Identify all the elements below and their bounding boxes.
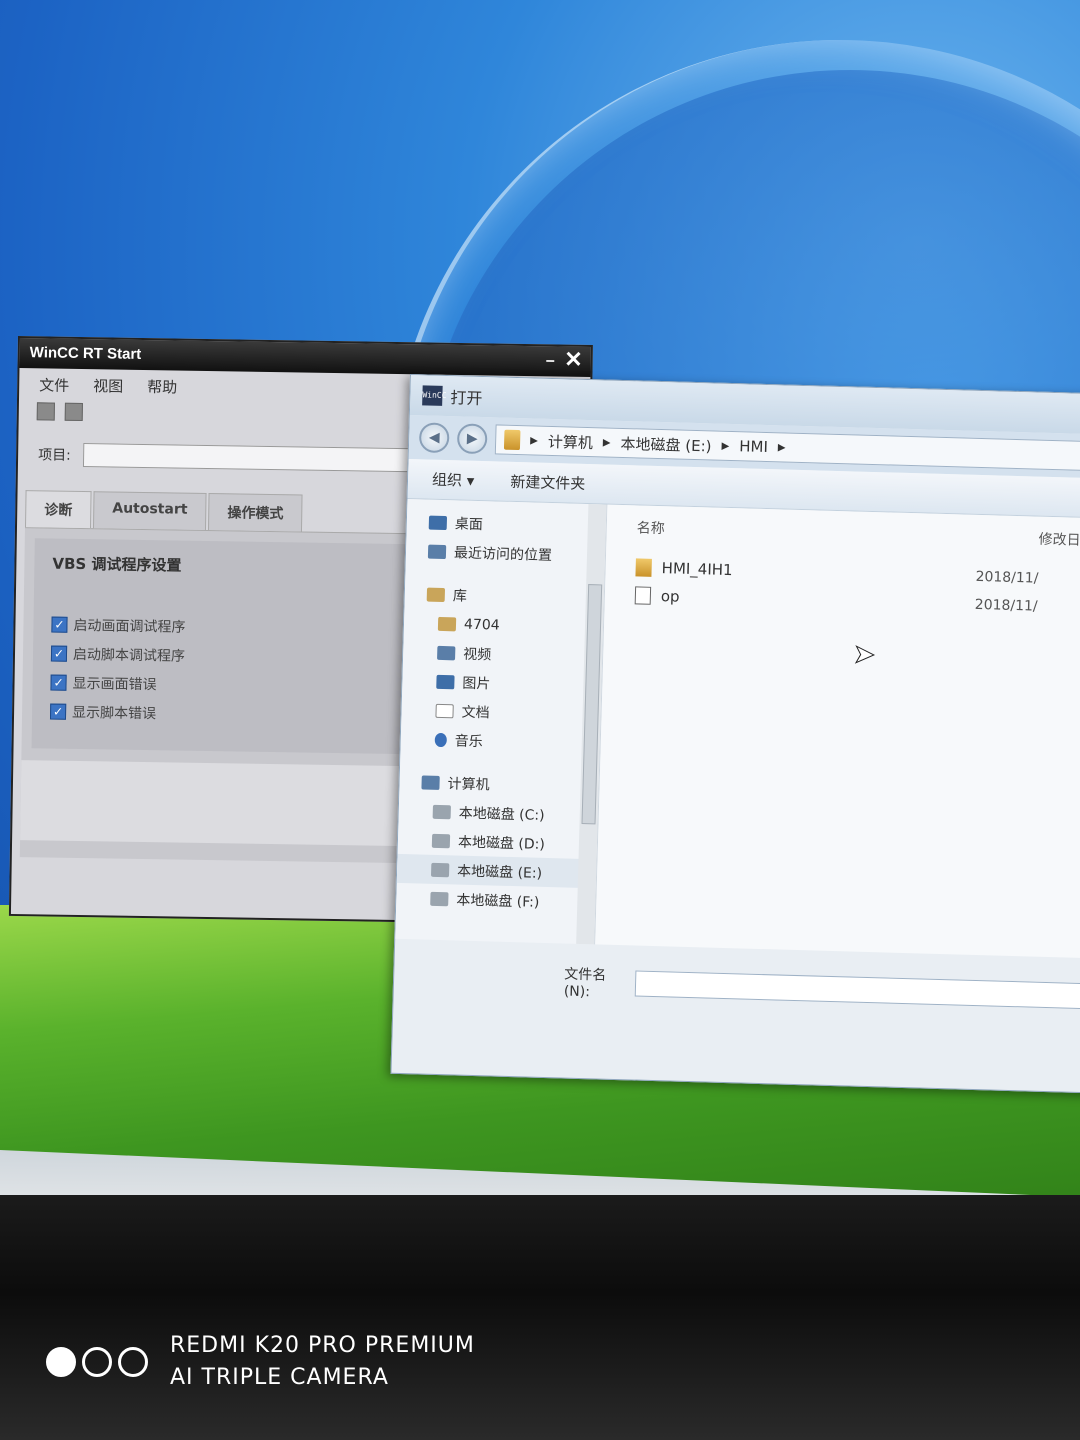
- file-list: 名称 修改日期 HMI_4IH1 2018/11/ op 2018/11/ ➤: [595, 504, 1080, 959]
- nav-label: 库: [452, 587, 468, 605]
- open-project-icon[interactable]: [36, 402, 55, 421]
- menu-view[interactable]: 视图: [93, 375, 123, 395]
- watermark-text: REDMI K20 PRO PREMIUM AI TRIPLE CAMERA: [170, 1330, 475, 1394]
- dot: [82, 1347, 112, 1377]
- nav-label: 图片: [462, 675, 491, 692]
- back-icon[interactable]: ◀: [418, 422, 450, 454]
- chevron-right-icon[interactable]: ▶: [603, 437, 611, 448]
- library-icon: [426, 587, 446, 602]
- dot: [46, 1347, 76, 1377]
- nav-label: 本地磁盘 (E:): [456, 863, 543, 882]
- document-icon: [435, 703, 454, 718]
- forward-icon[interactable]: ▶: [456, 423, 488, 455]
- watermark-line2: AI TRIPLE CAMERA: [170, 1365, 389, 1390]
- chevron-right-icon[interactable]: ▶: [530, 435, 538, 446]
- tab-operating-mode[interactable]: 操作模式: [208, 493, 303, 532]
- mouse-pointer-icon: ➤: [852, 639, 876, 671]
- folder-icon: [635, 558, 652, 577]
- drive-icon: [432, 804, 451, 819]
- close-icon[interactable]: ✕: [564, 347, 583, 372]
- breadcrumb-computer[interactable]: 计算机: [548, 430, 594, 452]
- computer-icon: [421, 774, 440, 790]
- filename-label: 文件名(N):: [563, 966, 607, 1001]
- monitor-screen: WinCC RT Start – ✕ 文件 视图 帮助 项目: 诊断 Autos…: [0, 0, 1080, 1230]
- column-name[interactable]: 名称: [636, 517, 665, 554]
- option-label: 启动脚本调试程序: [72, 646, 186, 665]
- open-file-dialog: WinCC 打开 ◀ ▶ ▶ 计算机 ▶ 本地磁盘 (E:) ▶ HMI ▶ 组…: [390, 374, 1080, 1094]
- breadcrumb-hmi[interactable]: HMI: [739, 437, 768, 456]
- nav-label: 本地磁盘 (C:): [458, 805, 545, 824]
- nav-recent-places[interactable]: 最近访问的位置: [427, 537, 606, 571]
- file-name: HMI_4IH1: [661, 559, 733, 580]
- picture-icon: [436, 674, 455, 689]
- monitor-bezel: [0, 1195, 1080, 1440]
- filename-input[interactable]: [634, 970, 1080, 1010]
- file-date: 2018/11/: [974, 596, 1038, 615]
- menu-help[interactable]: 帮助: [147, 376, 177, 396]
- nav-music[interactable]: 音乐: [422, 725, 600, 759]
- dialog-panes: 桌面 最近访问的位置 库 4704 视频 图片 文档 音乐 计算机 本地磁盘 (…: [395, 498, 1080, 959]
- chevron-right-icon[interactable]: ▶: [721, 440, 729, 451]
- column-modified[interactable]: 修改日期: [1038, 529, 1080, 567]
- drive-icon: [430, 862, 450, 877]
- nav-label: 桌面: [454, 515, 484, 533]
- tab-autostart[interactable]: Autostart: [92, 491, 207, 530]
- navigation-pane: 桌面 最近访问的位置 库 4704 视频 图片 文档 音乐 计算机 本地磁盘 (…: [395, 498, 608, 945]
- wincc-app-icon: WinCC: [422, 385, 447, 406]
- nav-label: 4704: [463, 616, 500, 634]
- option-label: 显示脚本错误: [71, 704, 157, 722]
- music-icon: [434, 732, 447, 747]
- menu-file[interactable]: 文件: [39, 374, 69, 394]
- checkbox[interactable]: ✓: [51, 616, 68, 633]
- nav-label: 本地磁盘 (D:): [457, 834, 546, 853]
- nav-label: 最近访问的位置: [453, 544, 553, 564]
- drive-icon: [430, 891, 449, 906]
- nav-label: 文档: [461, 704, 490, 721]
- organize-button[interactable]: 组织 ▾: [432, 469, 475, 491]
- camera-watermark: REDMI K20 PRO PREMIUM AI TRIPLE CAMERA: [46, 1330, 475, 1394]
- dialog-title: 打开: [450, 388, 483, 409]
- nav-label: 音乐: [454, 732, 483, 750]
- save-project-icon[interactable]: [64, 402, 83, 422]
- nav-label: 本地磁盘 (F:): [456, 892, 540, 911]
- checkbox[interactable]: ✓: [50, 645, 68, 662]
- file-name: op: [660, 587, 680, 606]
- window-title: WinCC RT Start: [29, 344, 142, 363]
- recent-icon: [427, 544, 447, 559]
- desktop-icon: [428, 515, 448, 530]
- chevron-right-icon[interactable]: ▶: [778, 442, 786, 453]
- option-label: 显示画面错误: [72, 675, 157, 693]
- video-icon: [437, 645, 456, 660]
- nav-label: 视频: [462, 646, 492, 663]
- nav-drive-f[interactable]: 本地磁盘 (F:): [418, 883, 596, 917]
- dot: [118, 1347, 148, 1377]
- library-icon: [437, 616, 457, 631]
- option-label: 启动画面调试程序: [73, 617, 186, 636]
- camera-logo-icon: [46, 1347, 148, 1377]
- tab-diagnostics[interactable]: 诊断: [24, 490, 92, 529]
- minimize-icon[interactable]: –: [546, 352, 555, 370]
- checkbox[interactable]: ✓: [50, 674, 67, 691]
- file-icon: [634, 586, 652, 605]
- breadcrumb-drive-e[interactable]: 本地磁盘 (E:): [620, 432, 712, 456]
- drive-icon: [431, 833, 451, 848]
- checkbox[interactable]: ✓: [49, 703, 67, 720]
- new-folder-button[interactable]: 新建文件夹: [510, 471, 586, 494]
- project-label: 项目:: [38, 447, 71, 464]
- folder-icon: [503, 429, 521, 451]
- nav-label: 计算机: [447, 775, 490, 793]
- watermark-line1: REDMI K20 PRO PREMIUM: [170, 1333, 475, 1358]
- file-date: 2018/11/: [975, 568, 1039, 587]
